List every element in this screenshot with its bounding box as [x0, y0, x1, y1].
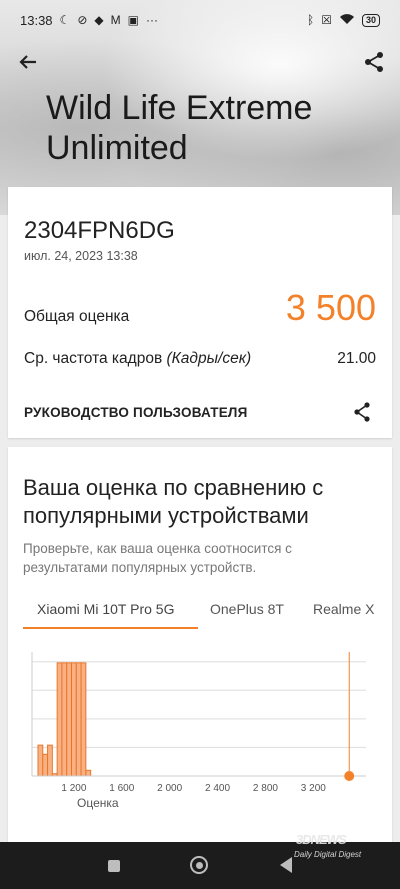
histogram-bar	[37, 744, 44, 777]
histogram-bar	[75, 662, 82, 777]
x-tick-label: 2 000	[157, 783, 182, 794]
run-date: июл. 24, 2023 13:38	[24, 249, 138, 263]
watermark-tagline: Daily Digital Digest	[294, 850, 362, 859]
status-left: 13:38 ☾ ⊘ ◆ M ▣ ···	[20, 13, 158, 28]
score-distribution-chart: 1 200 1 600 2 000 2 400 2 800 3 200 Оценка	[31, 652, 366, 810]
score-value: 3 500	[285, 287, 376, 328]
vpn-off-icon: ⊘	[77, 13, 88, 27]
arrow-left-icon	[19, 55, 36, 69]
share-button-card[interactable]	[350, 400, 374, 424]
status-bar: 13:38 ☾ ⊘ ◆ M ▣ ··· ᛒ ☒ 30	[0, 0, 400, 40]
tab-oneplus-8t[interactable]: OnePlus 8T	[210, 601, 284, 617]
comparison-card: Ваша оценка по сравнению с популярными у…	[8, 447, 392, 847]
device-name: 2304FPN6DG	[24, 217, 175, 244]
share-icon	[365, 52, 383, 72]
score-label: Общая оценка	[24, 308, 130, 325]
mail-icon: M	[110, 13, 121, 27]
battery-icon: 30	[361, 13, 380, 27]
fps-label-text: Ср. частота кадров	[24, 350, 163, 367]
app-icon: ◆	[94, 13, 104, 27]
watermark: 3DNEWS Daily Digital Digest	[290, 822, 390, 866]
home-button[interactable]	[190, 856, 208, 874]
histogram-bar	[42, 753, 49, 777]
fps-unit: (Кадры/сек)	[166, 350, 252, 367]
histogram-bar	[47, 744, 53, 777]
histogram-bar	[85, 769, 92, 777]
histogram-bar	[80, 662, 87, 777]
device-tabs: Xiaomi Mi 10T Pro 5G OnePlus 8T Realme X	[23, 597, 392, 629]
x-axis-title: Оценка	[77, 796, 119, 810]
moon-icon: ☾	[59, 13, 71, 27]
x-tick-label: 2 800	[253, 783, 278, 794]
tab-xiaomi-mi-10t-pro[interactable]: Xiaomi Mi 10T Pro 5G	[37, 601, 174, 617]
fps-value: 21.00	[337, 350, 376, 367]
tab-realme-x[interactable]: Realme X	[313, 601, 374, 617]
histogram-bar	[71, 662, 77, 777]
recent-apps-button[interactable]	[108, 860, 120, 872]
bluetooth-icon: ᛒ	[307, 13, 315, 27]
status-time: 13:38	[20, 12, 53, 28]
share-button-top[interactable]	[360, 48, 388, 76]
comparison-title: Ваша оценка по сравнению с популярными у…	[23, 475, 324, 528]
sim-off-icon: ☒	[321, 13, 332, 27]
result-card: 2304FPN6DG июл. 24, 2023 13:38 Общая оце…	[8, 187, 392, 438]
back-button[interactable]	[14, 48, 42, 76]
fps-label: Ср. частота кадров (Кадры/сек)	[24, 350, 251, 368]
share-icon	[354, 402, 370, 422]
status-right: ᛒ ☒ 30	[307, 13, 380, 27]
calendar-icon: ▣	[127, 13, 139, 27]
more-icon: ···	[145, 13, 158, 27]
top-nav	[0, 44, 400, 78]
watermark-logo: 3DNEWS	[296, 832, 347, 847]
histogram-bar	[66, 662, 73, 777]
x-tick-label: 3 200	[301, 783, 326, 794]
histogram-bar	[56, 662, 63, 777]
score-marker-dot	[344, 771, 355, 781]
active-tab-indicator	[23, 627, 198, 629]
x-tick-label: 1 600	[109, 783, 134, 794]
wifi-icon	[339, 13, 355, 27]
user-guide-link[interactable]: РУКОВОДСТВО ПОЛЬЗОВАТЕЛЯ	[24, 405, 248, 420]
x-tick-label: 1 200	[61, 783, 86, 794]
page-title: Wild Life Extreme Unlimited	[46, 89, 313, 167]
histogram-bar	[61, 662, 68, 777]
comparison-description: Проверьте, как ваша оценка соотносится с…	[23, 541, 292, 575]
x-tick-label: 2 400	[205, 783, 230, 794]
